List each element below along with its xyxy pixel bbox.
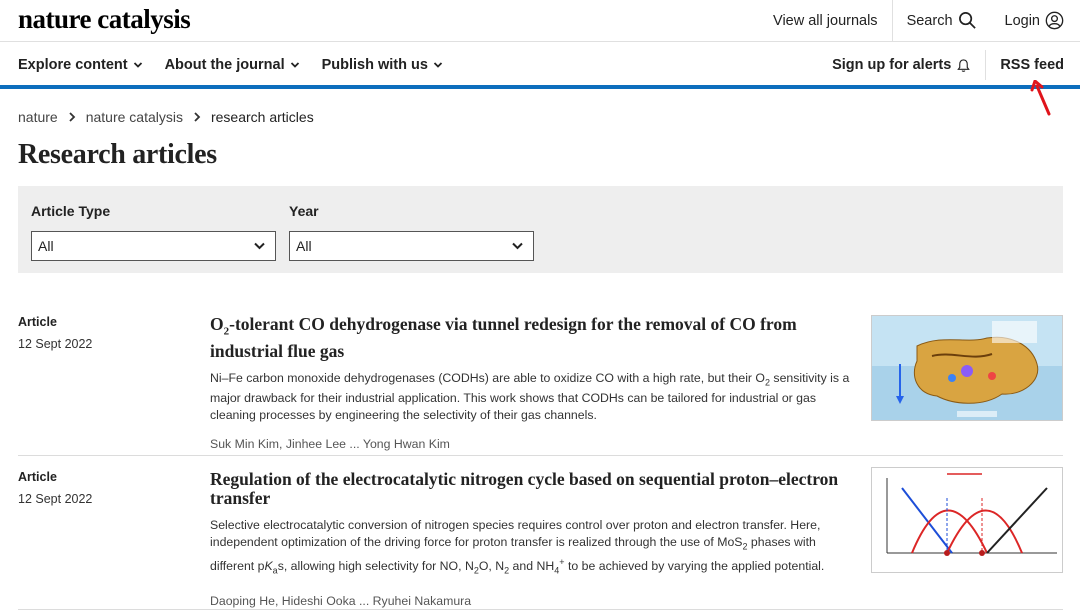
- rss-feed-link[interactable]: RSS feed: [986, 57, 1080, 73]
- year-select[interactable]: All: [289, 231, 534, 261]
- filter-panel: Article Type All Year All: [18, 186, 1063, 273]
- breadcrumb-nature[interactable]: nature: [18, 109, 58, 125]
- login-label: Login: [1004, 12, 1040, 29]
- article-meta: Article 12 Sept 2022: [18, 315, 92, 351]
- journal-logo[interactable]: nature catalysis: [18, 4, 191, 35]
- enzyme-illustration: [872, 316, 1062, 420]
- desc-text: Selective electrocatalytic conversion of…: [210, 518, 821, 549]
- article-card: Article 12 Sept 2022 Regulation of the e…: [18, 467, 1063, 610]
- view-all-journals-link[interactable]: View all journals: [759, 0, 893, 41]
- title-text: -tolerant CO dehydrogenase via tunnel re…: [210, 314, 797, 361]
- publish-with-us-menu[interactable]: Publish with us: [322, 57, 443, 73]
- about-journal-menu[interactable]: About the journal: [165, 57, 300, 73]
- desc-text: O, N: [478, 559, 505, 574]
- article-card: Article 12 Sept 2022 O2-tolerant CO dehy…: [18, 315, 1063, 455]
- title-text: O: [210, 314, 224, 334]
- chevron-right-icon: [194, 112, 201, 122]
- chevron-right-icon: [69, 112, 75, 122]
- article-date: 12 Sept 2022: [18, 337, 93, 351]
- desc-italic: K: [264, 559, 273, 574]
- volcano-plot-illustration: [872, 468, 1062, 572]
- page-title: Research articles: [18, 139, 217, 170]
- article-title-link[interactable]: O2-tolerant CO dehydrogenase via tunnel …: [210, 315, 858, 361]
- desc-text: Ni–Fe carbon monoxide dehydrogenases (CO…: [210, 370, 765, 385]
- bell-icon: [957, 58, 971, 72]
- desc-text: and NH: [509, 559, 555, 574]
- article-description: Selective electrocatalytic conversion of…: [210, 517, 858, 580]
- sub-nav: Explore content About the journal Publis…: [0, 42, 1080, 89]
- article-thumbnail[interactable]: [871, 315, 1063, 421]
- article-description: Ni–Fe carbon monoxide dehydrogenases (CO…: [210, 370, 858, 424]
- desc-text: to be achieved by varying the applied po…: [564, 559, 825, 574]
- chevron-down-icon: [512, 242, 523, 250]
- sign-up-alerts-link[interactable]: Sign up for alerts: [818, 50, 987, 80]
- breadcrumb-nature-catalysis[interactable]: nature catalysis: [86, 109, 183, 125]
- chevron-down-icon: [433, 62, 443, 68]
- explore-content-label: Explore content: [18, 57, 128, 73]
- article-meta: Article 12 Sept 2022: [18, 470, 92, 506]
- article-type-label: Article Type: [31, 203, 111, 219]
- article-authors: Daoping He, Hideshi Ooka ... Ryuhei Naka…: [210, 593, 472, 608]
- top-header: nature catalysis View all journals Searc…: [0, 0, 1080, 42]
- explore-content-menu[interactable]: Explore content: [18, 57, 143, 73]
- article-thumbnail[interactable]: [871, 467, 1063, 573]
- article-type-filter: Article Type All: [31, 203, 276, 261]
- search-label: Search: [906, 12, 953, 29]
- chevron-down-icon: [290, 62, 299, 68]
- top-links: View all journals Search Login: [759, 0, 1080, 41]
- year-label: Year: [289, 203, 319, 219]
- publish-with-us-label: Publish with us: [321, 57, 428, 73]
- year-value: All: [296, 238, 312, 254]
- chevron-down-icon: [254, 242, 265, 250]
- desc-text: s, allowing high selectivity for NO, N: [277, 559, 474, 574]
- article-body: O2-tolerant CO dehydrogenase via tunnel …: [210, 315, 858, 452]
- annotation-arrow-icon: [1030, 80, 1051, 116]
- desc-subscript: 4: [554, 566, 560, 576]
- breadcrumb-current: research articles: [210, 109, 314, 125]
- breadcrumb: nature nature catalysis research article…: [18, 109, 314, 125]
- sign-up-alerts-label: Sign up for alerts: [832, 57, 952, 73]
- article-date: 12 Sept 2022: [18, 492, 93, 506]
- article-authors: Suk Min Kim, Jinhee Lee ... Yong Hwan Ki…: [210, 437, 450, 452]
- about-journal-label: About the journal: [164, 57, 285, 73]
- article-type-value: All: [38, 238, 54, 254]
- year-filter: Year All: [289, 203, 534, 261]
- chevron-down-icon: [133, 62, 142, 68]
- article-type-select[interactable]: All: [31, 231, 276, 261]
- search-icon: [958, 12, 976, 29]
- search-button[interactable]: Search: [893, 0, 991, 41]
- article-type: Article: [18, 315, 57, 329]
- article-type: Article: [18, 470, 57, 484]
- user-icon: [1045, 11, 1064, 30]
- divider: [18, 455, 1063, 456]
- login-button[interactable]: Login: [991, 0, 1080, 41]
- article-body: Regulation of the electrocatalytic nitro…: [210, 470, 858, 608]
- divider: [18, 609, 1063, 610]
- article-title-link[interactable]: Regulation of the electrocatalytic nitro…: [210, 470, 858, 508]
